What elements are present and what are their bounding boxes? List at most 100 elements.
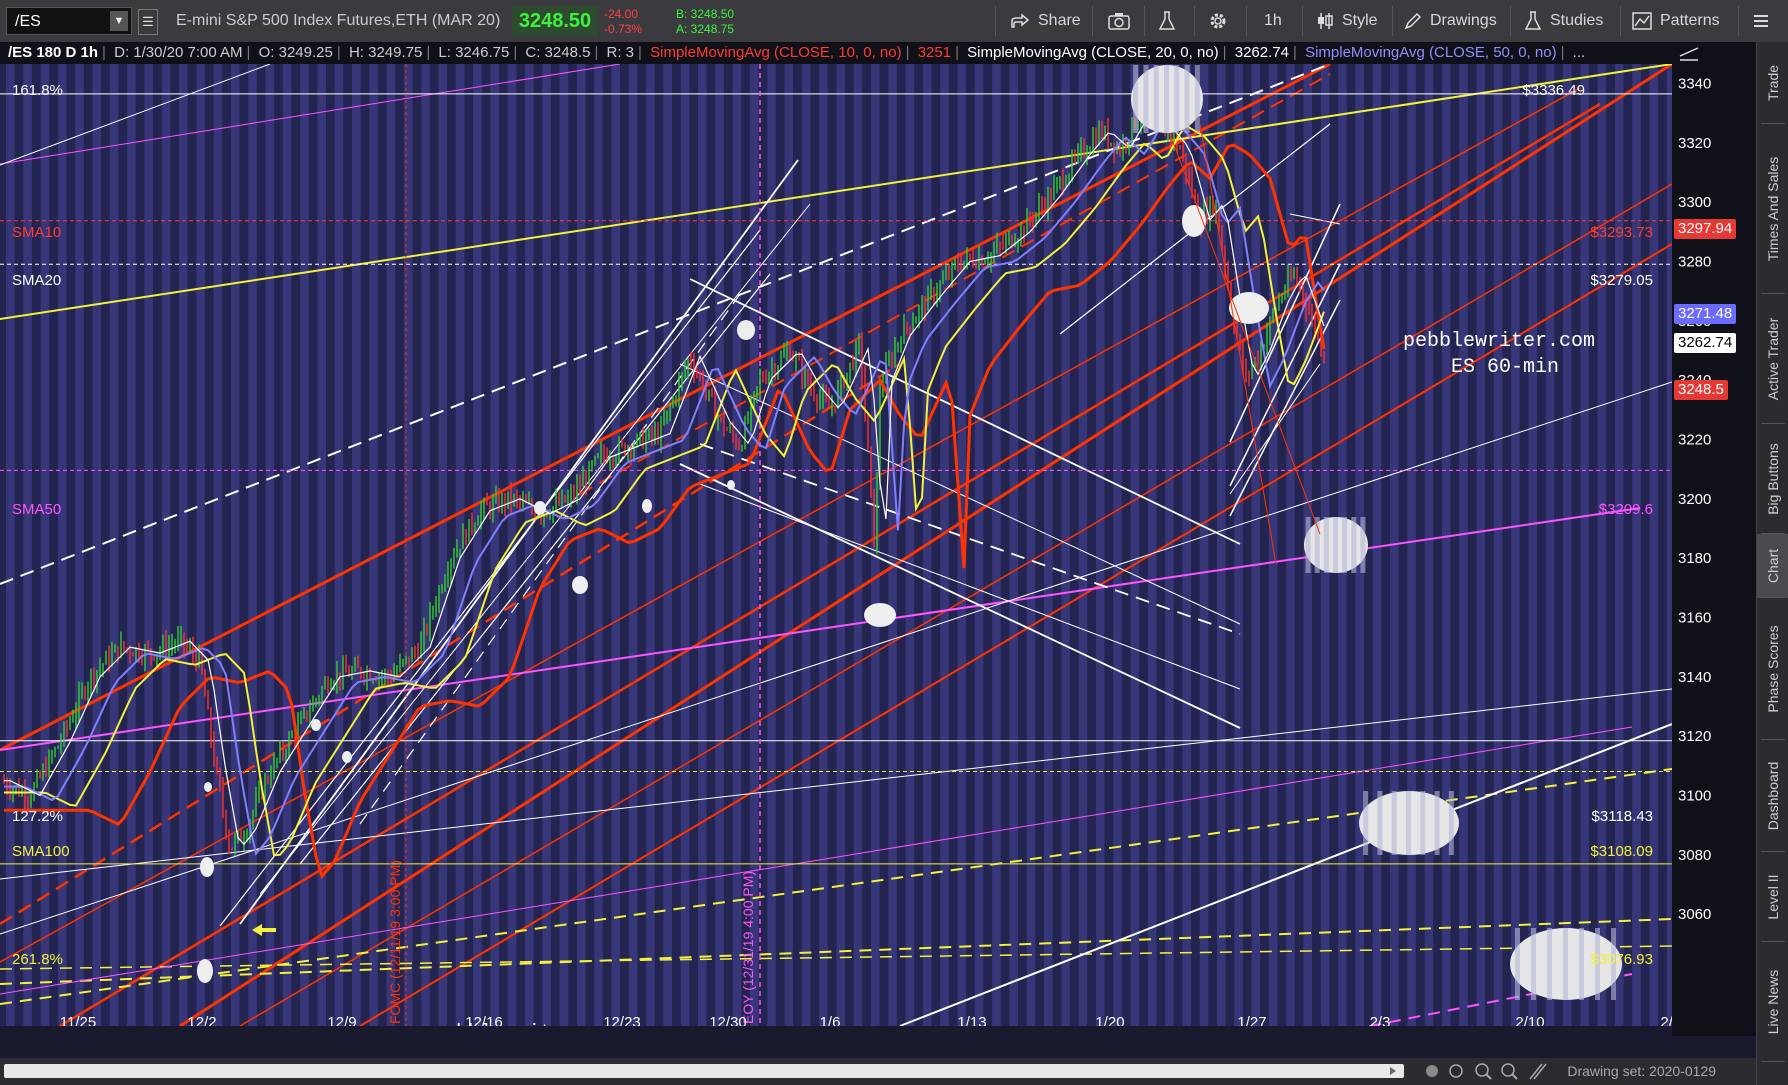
target-ellipse-top — [1131, 65, 1203, 133]
session-stripe — [144, 64, 153, 1036]
toolbar-divider — [1092, 6, 1093, 36]
marker-dot — [727, 480, 735, 490]
gear-icon — [1210, 13, 1226, 29]
status-ellipsis[interactable]: ... — [1573, 44, 1586, 61]
menu-button[interactable] — [1752, 0, 1778, 42]
drawing-set-label[interactable]: Drawing set: 2020-0129 — [1567, 1058, 1716, 1085]
last-price: 3248.50 — [512, 6, 598, 36]
side-tab-phase-scores[interactable]: Phase Scores — [1757, 598, 1788, 740]
patterns-button[interactable]: Patterns — [1632, 0, 1720, 42]
symbol-settings-icon[interactable]: ☰ — [138, 9, 158, 35]
flask-icon — [1524, 11, 1542, 30]
target-ellipse-fib261-stripe — [1547, 928, 1552, 1000]
share-button[interactable]: Share — [1010, 0, 1081, 42]
target-ellipse-top-stripe — [1194, 65, 1200, 133]
session-stripe — [611, 64, 621, 1036]
price-tag-sma20: 3262.74 — [1674, 333, 1737, 353]
level-label-sma50: SMA50 — [12, 501, 61, 518]
target-ellipse-top-stripe — [1164, 65, 1169, 133]
scrollbar[interactable] — [0, 1058, 1756, 1085]
toolbar-divider — [1510, 6, 1511, 36]
bar-range: R: 3 — [606, 44, 635, 61]
session-stripe — [1614, 64, 1624, 1036]
sma50-study-label[interactable]: SimpleMovingAvg (CLOSE, 50, 0, no) — [1305, 44, 1557, 61]
sma20-study-label[interactable]: SimpleMovingAvg (CLOSE, 20, 0, no) — [967, 44, 1219, 61]
style-button[interactable]: Style — [1316, 0, 1378, 42]
session-stripe — [161, 64, 171, 1036]
instrument-description: E-mini S&P 500 Index Futures,ETH (MAR 20… — [176, 12, 501, 29]
level-value-sma100: $3108.09 — [1590, 843, 1653, 860]
bid-price: B: 3248.50 — [676, 7, 735, 21]
sma10-study-value: 3251 — [917, 44, 952, 61]
bottom-bar: Drawing set: 2020-0129 — [0, 1058, 1756, 1085]
price-chart[interactable]: 161.8% $3336.49 SMA10 $3293.73 SMA20 $32… — [0, 64, 1672, 1036]
session-stripe — [1493, 64, 1503, 1036]
level-label-fib261: 261.8% — [12, 951, 63, 968]
drawing-tool-icon[interactable] — [1529, 1063, 1547, 1080]
session-stripe — [403, 64, 413, 1036]
target-ellipse-sma50-stripe — [1333, 517, 1338, 573]
session-stripe — [179, 64, 188, 1036]
session-stripe — [922, 64, 932, 1036]
layout-button[interactable] — [1108, 0, 1138, 42]
price-tag-sma50: 3271.48 — [1674, 304, 1737, 324]
level-label-sma10: SMA10 — [12, 224, 61, 241]
side-tab-level-ii[interactable]: Level II — [1757, 852, 1788, 942]
studies-button[interactable]: Studies — [1524, 0, 1603, 42]
y-tick-label: 3200 — [1678, 491, 1711, 508]
side-tab-active-trader[interactable]: Active Trader — [1757, 294, 1788, 424]
symbol-dropdown-icon[interactable]: ▼ — [110, 11, 128, 31]
toolbar-divider — [1620, 6, 1621, 36]
target-ellipse-top-stripe — [1133, 65, 1139, 133]
price-axis[interactable]: 3340332033003280326032403220320031803160… — [1672, 42, 1756, 1036]
session-stripe — [1113, 64, 1122, 1036]
marker-dot — [197, 959, 213, 983]
candlestick-icon — [1318, 13, 1333, 29]
settings-button[interactable] — [1208, 0, 1236, 42]
side-tab-label: Live News — [1765, 969, 1781, 1035]
sma10-study-label[interactable]: SimpleMovingAvg (CLOSE, 10, 0, no) — [650, 44, 902, 61]
session-stripe — [871, 64, 880, 1036]
level-value-fib261: $3076.93 — [1590, 951, 1653, 968]
target-ellipse-fib127-stripe — [1391, 791, 1397, 855]
session-stripe — [767, 64, 776, 1036]
target-ellipse-sma50-stripe — [1360, 517, 1366, 573]
marker-dot — [642, 499, 652, 513]
side-tab-chart[interactable]: Chart — [1757, 534, 1788, 598]
target-ellipse-top-stripe — [1153, 65, 1159, 133]
price-tag-last: 3248.5 — [1674, 380, 1728, 400]
session-stripe — [317, 64, 326, 1036]
target-ellipse-sma50-stripe — [1351, 517, 1357, 573]
event-label-fomc: FOMC (12/11/19 3:00 PM) — [387, 860, 403, 1024]
zoom-target-icon[interactable] — [1449, 1064, 1463, 1078]
center-icon[interactable] — [1426, 1065, 1438, 1077]
session-stripe — [421, 64, 430, 1036]
target-ellipse-sma50-stripe — [1305, 517, 1311, 573]
toolbar-divider — [1738, 6, 1739, 36]
flask-button[interactable] — [1158, 0, 1184, 42]
side-tab-dashboard[interactable]: Dashboard — [1757, 740, 1788, 852]
axis-config-icon[interactable] — [1679, 47, 1699, 61]
side-tab-big-buttons[interactable]: Big Buttons — [1757, 424, 1788, 534]
timeframe-button[interactable]: 1h — [1264, 0, 1282, 42]
target-ellipse-top-stripe — [1184, 65, 1190, 133]
session-stripe — [300, 64, 309, 1036]
side-tab-live-news[interactable]: Live News — [1757, 942, 1788, 1062]
side-tab-label: Big Buttons — [1765, 443, 1781, 515]
side-tab-times-and-sales[interactable]: Times And Sales — [1757, 124, 1788, 294]
session-stripe — [490, 64, 499, 1036]
x-axis-band — [0, 1026, 1672, 1036]
session-stripe — [680, 64, 690, 1036]
y-tick-label: 3120 — [1678, 728, 1711, 745]
net-change: -24.00 — [604, 7, 639, 21]
drawings-label: Drawings — [1430, 12, 1497, 29]
studies-label: Studies — [1550, 12, 1604, 29]
session-stripe — [974, 64, 984, 1036]
session-stripe — [40, 64, 50, 1036]
drawings-button[interactable]: Drawings — [1404, 0, 1497, 42]
target-ellipse-fib127-stripe — [1363, 791, 1369, 855]
target-ellipse-fib261-stripe — [1531, 928, 1536, 1000]
scrollbar-thumb[interactable] — [4, 1064, 1404, 1078]
level-label-fib161: 161.8% — [12, 82, 63, 99]
side-tab-trade[interactable]: Trade — [1757, 42, 1788, 124]
